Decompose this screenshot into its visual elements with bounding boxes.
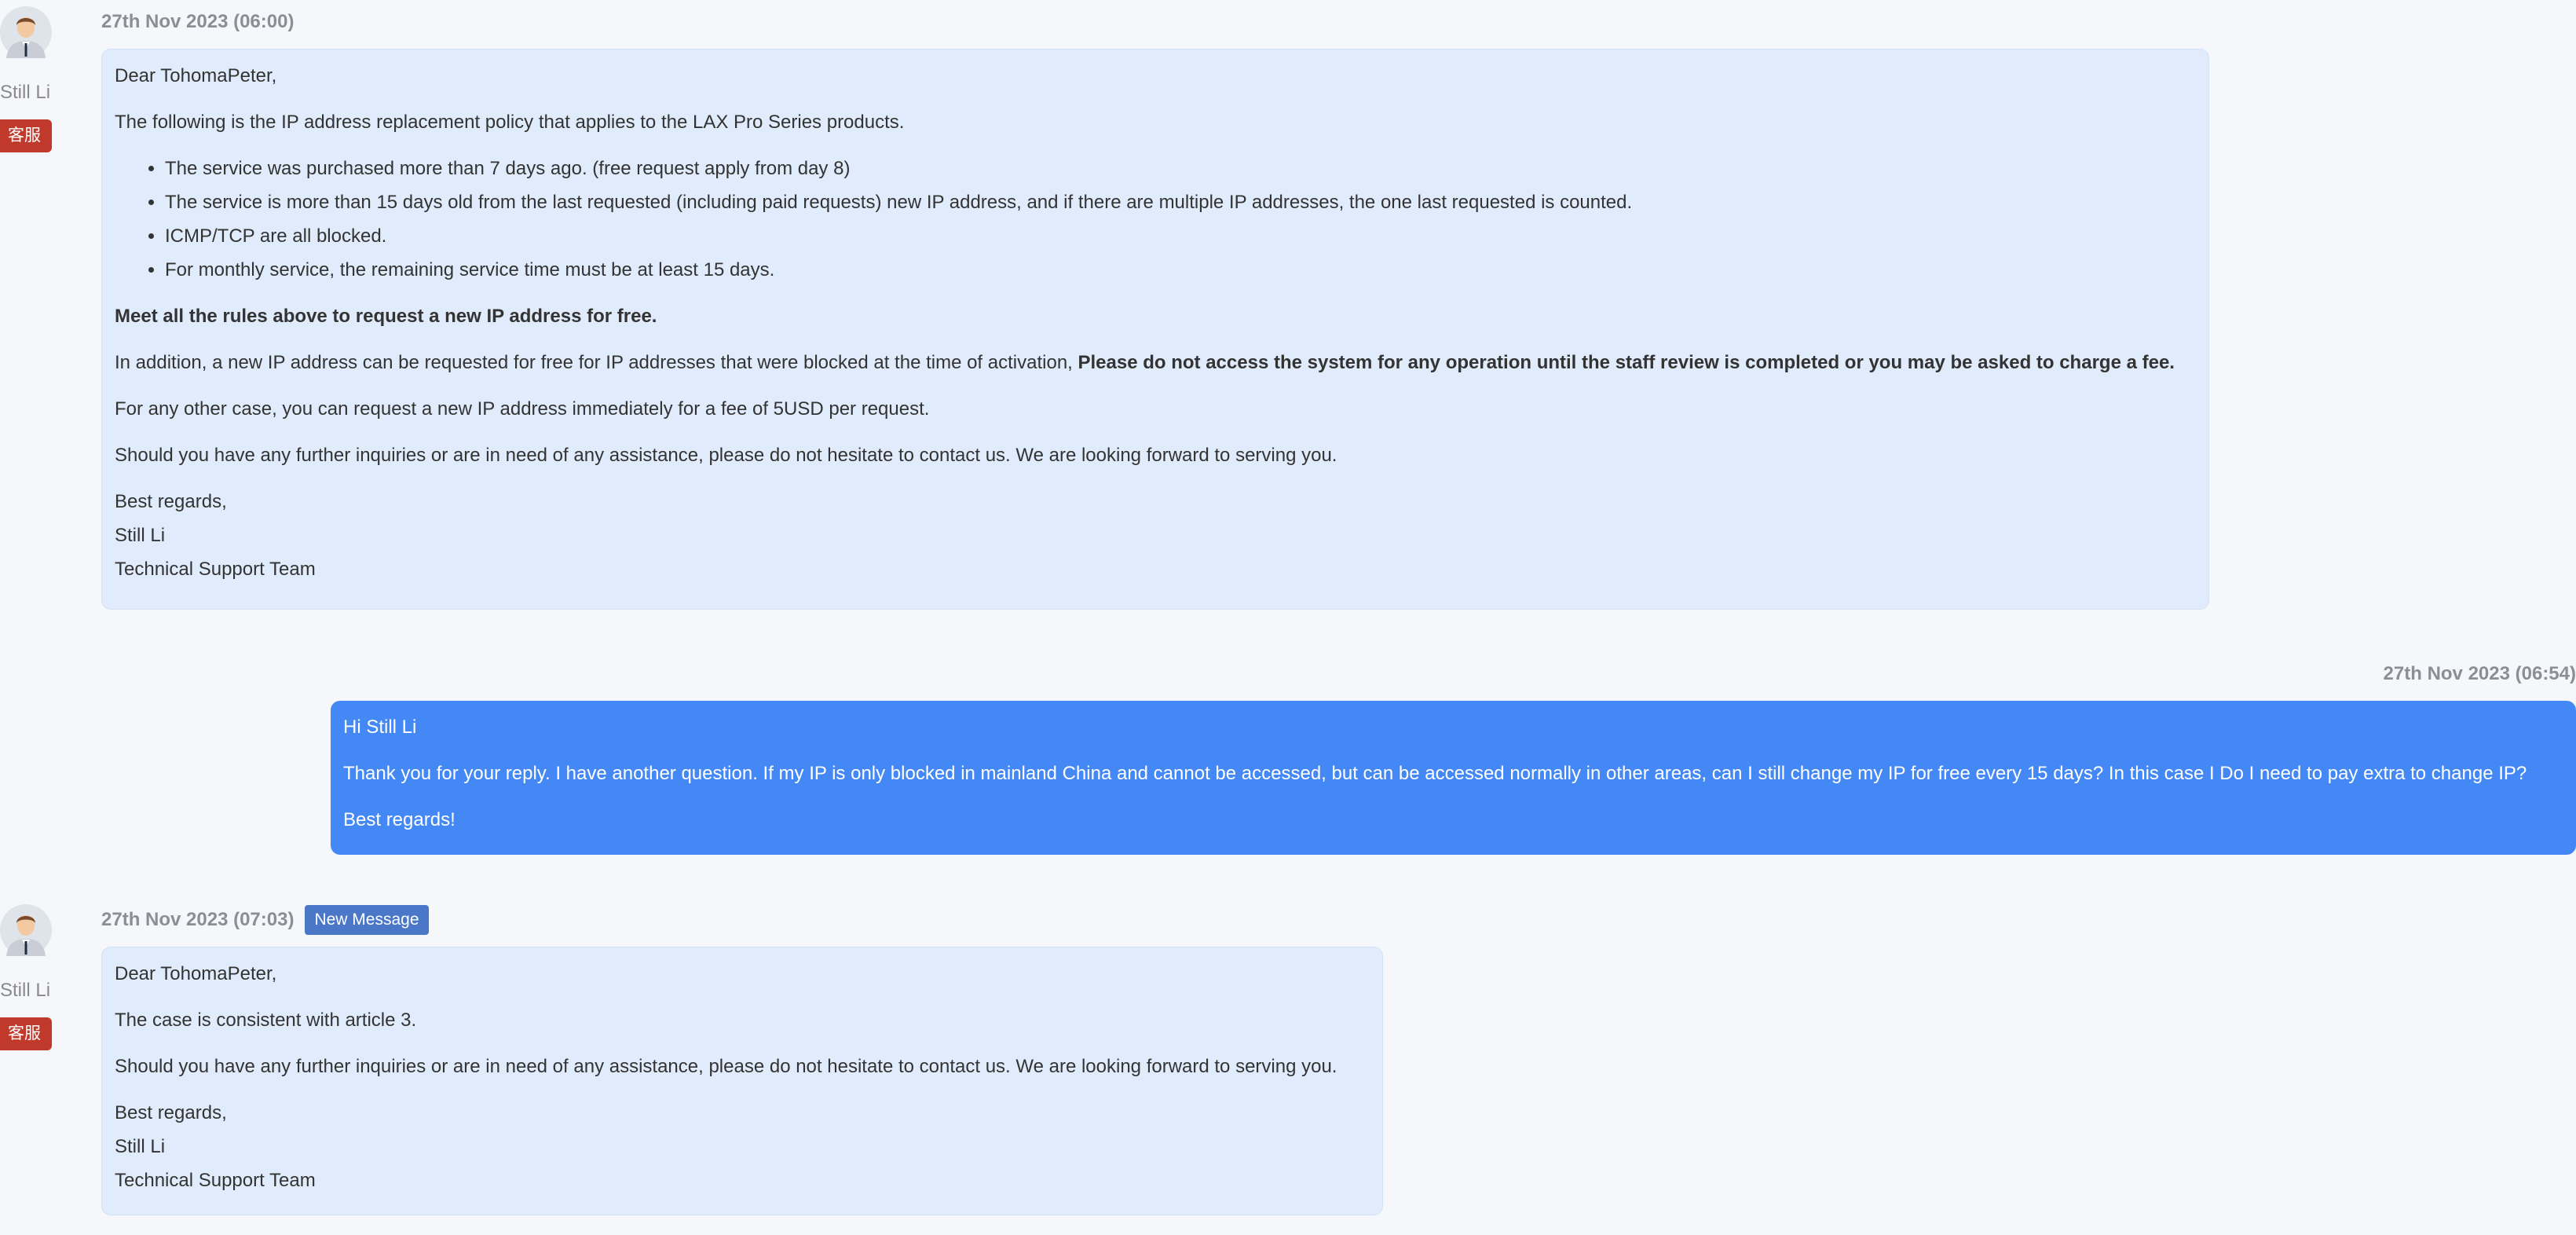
signature-line: Technical Support Team (115, 1170, 316, 1191)
user-signoff: Best regards! (343, 809, 456, 830)
agent-role-badge: 客服 (0, 1017, 52, 1050)
policy-rules-list: The service was purchased more than 7 da… (115, 152, 2196, 287)
rules-summary: Meet all the rules above to request a ne… (115, 306, 657, 327)
timestamp-text: 27th Nov 2023 (06:00) (101, 11, 295, 32)
timestamp-text: 27th Nov 2023 (06:54) (2383, 663, 2576, 684)
signature-line: Still Li (115, 1136, 166, 1157)
agent-name: Still Li (0, 980, 51, 1001)
addition-text: In addition, a new IP address can be req… (115, 352, 2175, 373)
list-item: The service was purchased more than 7 da… (165, 152, 2196, 185)
timestamp-text: 27th Nov 2023 (07:03) (101, 909, 295, 930)
agent-message-bubble: Dear TohomaPeter, The following is the I… (101, 49, 2209, 610)
reply-text: The case is consistent with article 3. (115, 1010, 417, 1031)
list-item: The service is more than 15 days old fro… (165, 185, 2196, 219)
message-timestamp: 27th Nov 2023 (06:54) (2384, 661, 2576, 687)
greeting: Dear TohomaPeter, (115, 65, 277, 86)
agent-name: Still Li (0, 82, 51, 103)
new-message-badge: New Message (305, 905, 429, 935)
list-item: For monthly service, the remaining servi… (165, 253, 2196, 287)
closing-text: Should you have any further inquiries or… (115, 445, 1337, 466)
agent-message-bubble: Dear TohomaPeter, The case is consistent… (101, 947, 1383, 1215)
intro-text: The following is the IP address replacem… (115, 112, 905, 133)
user-question: Thank you for your reply. I have another… (343, 763, 2527, 784)
user-greeting: Hi Still Li (343, 716, 417, 738)
signature-line: Still Li (115, 525, 166, 546)
ticket-thread: Still Li 客服 27th Nov 2023 (06:00) Dear T… (0, 0, 2576, 1235)
agent-info: Still Li 客服 (0, 6, 94, 163)
user-avatar-icon (0, 904, 52, 956)
list-item: ICMP/TCP are all blocked. (165, 219, 2196, 253)
signature-line: Technical Support Team (115, 559, 316, 580)
greeting: Dear TohomaPeter, (115, 963, 277, 984)
message-timestamp: 27th Nov 2023 (06:00) (101, 9, 294, 35)
signature: Best regards, Still Li Technical Support… (115, 1096, 1370, 1197)
message-timestamp: 27th Nov 2023 (07:03) New Message (101, 904, 429, 936)
message-user: 27th Nov 2023 (06:54) Hi Still Li Thank … (0, 652, 2576, 856)
signature-line: Best regards, (115, 1102, 227, 1123)
user-avatar-icon (0, 6, 52, 58)
message-agent-1: Still Li 客服 27th Nov 2023 (06:00) Dear T… (0, 0, 2576, 613)
agent-info: Still Li 客服 (0, 904, 94, 1061)
signature-line: Best regards, (115, 491, 227, 512)
message-agent-2: Still Li 客服 27th Nov 2023 (07:03) New Me… (0, 898, 2576, 1228)
agent-role-badge: 客服 (0, 119, 52, 152)
closing-text: Should you have any further inquiries or… (115, 1056, 1337, 1077)
fee-text: For any other case, you can request a ne… (115, 398, 930, 420)
signature: Best regards, Still Li Technical Support… (115, 485, 2196, 586)
user-message-bubble: Hi Still Li Thank you for your reply. I … (331, 701, 2576, 855)
